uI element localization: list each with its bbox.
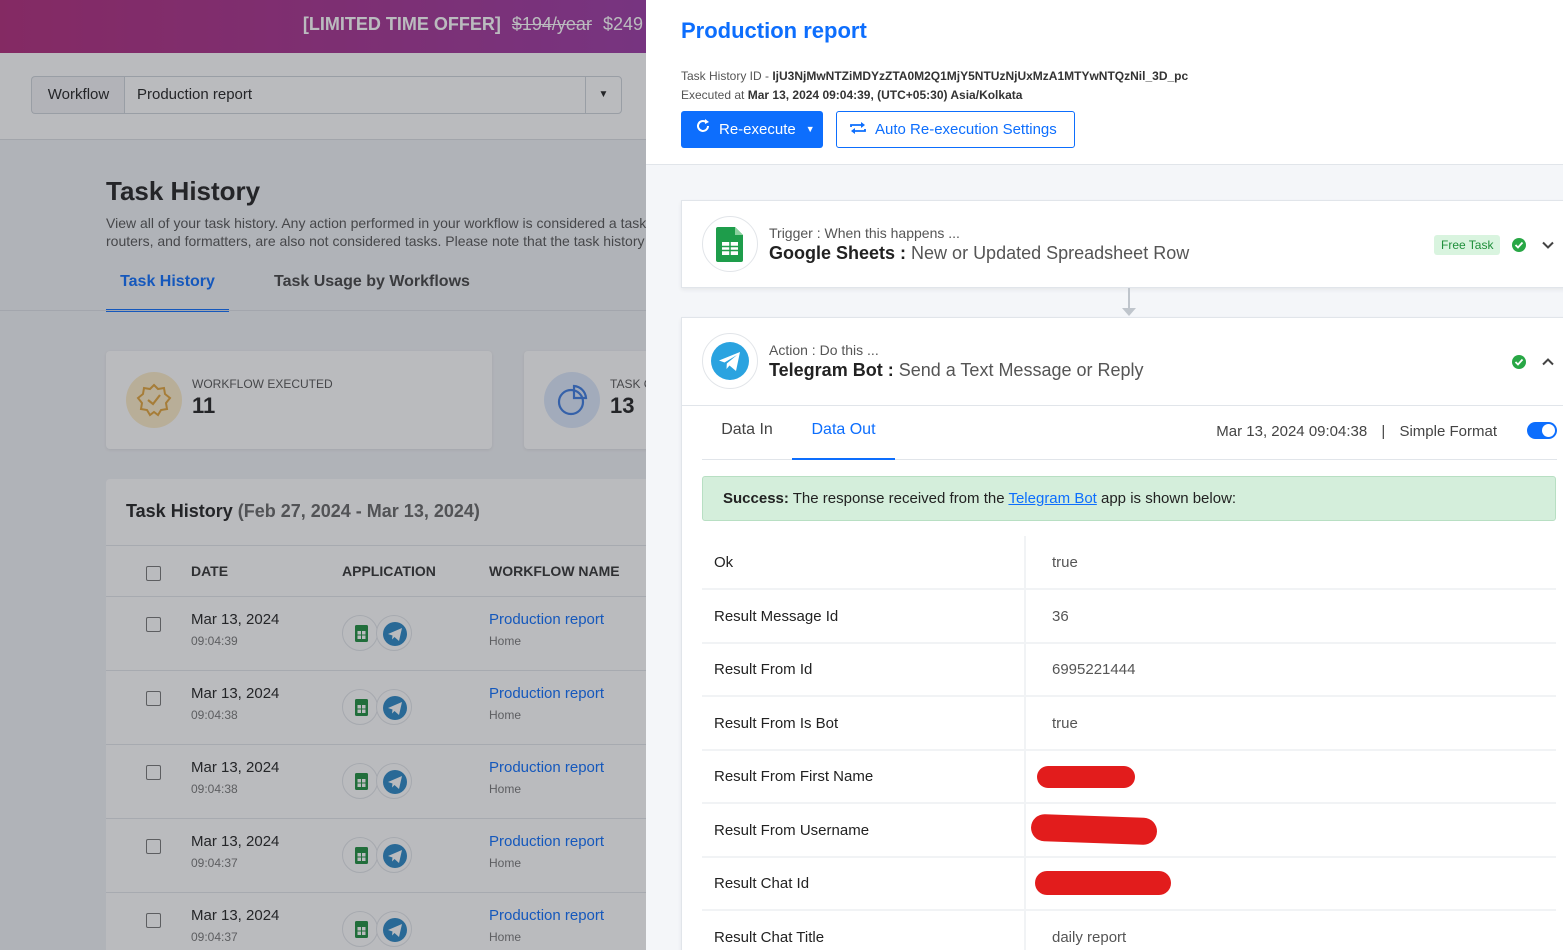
chevron-up-icon[interactable] [1541, 355, 1555, 369]
task-history-id-label: Task History ID - [681, 69, 773, 83]
task-history-id: Task History ID - IjU3NjMwNTZiMDYzZTA0M2… [681, 69, 1188, 83]
action-step-card[interactable]: Action : Do this ... Telegram Bot : Send… [681, 317, 1563, 950]
output-field-key: Result From Is Bot [714, 715, 839, 732]
simple-format-label: Simple Format [1399, 423, 1497, 440]
output-field-value: daily report [1052, 929, 1127, 946]
caret-down-icon: ▼ [805, 124, 815, 134]
redaction-mark [1037, 766, 1135, 788]
modal-backdrop[interactable] [0, 0, 646, 950]
output-field-key: Result From Id [714, 661, 813, 678]
auto-re-execution-label: Auto Re-execution Settings [875, 121, 1057, 138]
trigger-kind: Trigger : When this happens ... [769, 225, 960, 241]
simple-format-toggle[interactable] [1527, 422, 1557, 439]
tab-data-in[interactable]: Data In [702, 406, 792, 460]
field-divider [1024, 750, 1026, 804]
output-field-key: Ok [714, 554, 734, 571]
telegram-bot-link[interactable]: Telegram Bot [1008, 490, 1096, 507]
action-app-name: Telegram Bot : [769, 360, 894, 380]
redaction-mark [1030, 813, 1158, 846]
tab-data-out[interactable]: Data Out [792, 406, 895, 460]
action-app: Telegram Bot : Send a Text Message or Re… [769, 360, 1144, 381]
success-label: Success: [723, 490, 789, 507]
action-kind: Action : Do this ... [769, 342, 879, 358]
field-divider [1024, 911, 1026, 950]
panel-header: Production report Task History ID - IjU3… [646, 0, 1563, 165]
field-divider [1024, 536, 1026, 590]
trigger-event-name: New or Updated Spreadsheet Row [911, 243, 1190, 263]
trigger-app: Google Sheets : New or Updated Spreadshe… [769, 243, 1189, 264]
google-sheets-icon [702, 216, 758, 272]
chevron-down-icon[interactable] [1541, 238, 1555, 252]
data-timestamp: Mar 13, 2024 09:04:38 [1216, 423, 1368, 440]
free-task-badge: Free Task [1434, 235, 1501, 255]
task-history-id-value: IjU3NjMwNTZiMDYzZTA0M2Q1MjY5NTUzNjUxMzA1… [772, 69, 1189, 83]
output-field-key: Result Chat Title [714, 929, 825, 946]
step-connector-arrow [1122, 308, 1136, 316]
executed-at-value: Mar 13, 2024 09:04:39, (UTC+05:30) Asia/… [747, 88, 1023, 102]
redaction-mark [1035, 871, 1171, 895]
success-text-post: app is shown below: [1096, 490, 1237, 507]
output-field-row: Result Chat Title daily report [702, 911, 1556, 950]
re-execute-label: Re-execute [719, 121, 796, 138]
output-field-value: true [1052, 715, 1078, 732]
refresh-icon [695, 111, 711, 148]
toggle-knob [1542, 424, 1555, 437]
panel-title: Production report [681, 18, 867, 43]
meta-separator: | [1381, 423, 1386, 440]
output-field-row: Result From Username [702, 804, 1556, 858]
output-field-key: Result From First Name [714, 768, 874, 785]
success-alert: Success: The response received from the … [702, 476, 1556, 521]
data-tabs: Data In Data Out Mar 13, 2024 09:04:38 |… [702, 406, 1557, 460]
output-field-value: 36 [1052, 608, 1069, 625]
output-field-row: Result From Id 6995221444 [702, 643, 1556, 697]
output-field-row: Result From First Name [702, 750, 1556, 804]
success-text-pre: The response received from the [788, 490, 1009, 507]
telegram-icon [702, 333, 758, 389]
field-divider [1024, 804, 1026, 858]
check-circle-icon [1512, 238, 1526, 252]
task-detail-panel: Production report Task History ID - IjU3… [646, 0, 1563, 950]
action-event-name: Send a Text Message or Reply [898, 360, 1144, 380]
field-divider [1024, 857, 1026, 911]
auto-re-execution-settings-button[interactable]: Auto Re-execution Settings [836, 111, 1075, 148]
output-field-key: Result Chat Id [714, 875, 810, 892]
executed-at-label: Executed at [681, 88, 748, 102]
executed-at: Executed at Mar 13, 2024 09:04:39, (UTC+… [681, 88, 1022, 102]
re-execute-button[interactable]: Re-execute ▼ [681, 111, 823, 148]
output-field-row: Result Chat Id [702, 857, 1556, 911]
output-field-row: Result From Is Bot true [702, 697, 1556, 751]
repeat-icon [849, 120, 867, 140]
output-field-key: Result Message Id [714, 608, 839, 625]
trigger-step-card[interactable]: Trigger : When this happens ... Google S… [681, 200, 1563, 288]
trigger-app-name: Google Sheets : [769, 243, 907, 263]
field-divider [1024, 643, 1026, 697]
output-field-key: Result From Username [714, 822, 870, 839]
output-field-value: 6995221444 [1052, 661, 1136, 678]
output-field-row: Result Message Id 36 [702, 590, 1556, 644]
output-field-row: Ok true [702, 536, 1556, 590]
field-divider [1024, 590, 1026, 644]
field-divider [1024, 697, 1026, 751]
data-meta: Mar 13, 2024 09:04:38 | Simple Format [1216, 423, 1497, 440]
output-field-value: true [1052, 554, 1078, 571]
check-circle-icon [1512, 355, 1526, 369]
